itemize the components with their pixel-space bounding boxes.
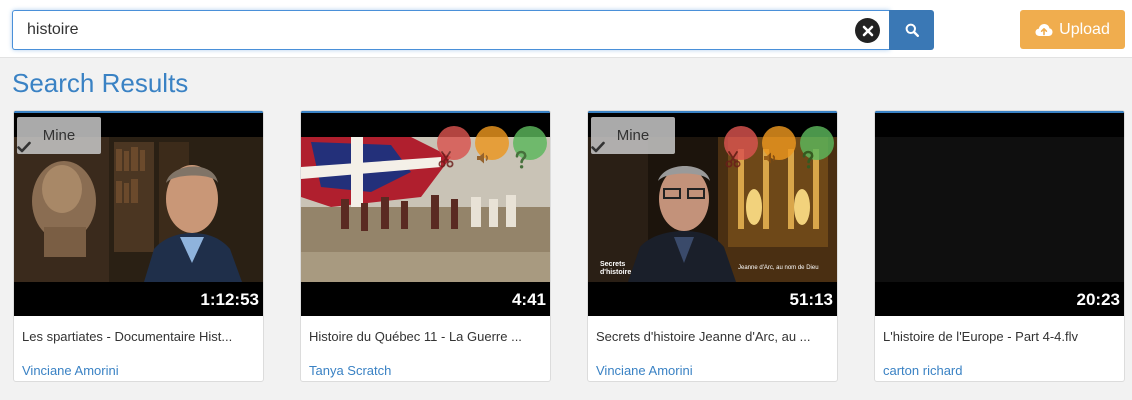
search-input[interactable] [12, 10, 890, 50]
cloud-upload-icon [1035, 23, 1053, 36]
video-card[interactable]: 20:23 L'histoire de l'Europe - Part 4-4.… [874, 110, 1125, 382]
video-duration: 1:12:53 [200, 290, 259, 309]
mine-label: Mine [42, 127, 76, 144]
volume-icon [764, 152, 775, 164]
scissors-flag[interactable] [724, 126, 758, 168]
video-title[interactable]: L'histoire de l'Europe - Part 4-4.flv [883, 329, 1119, 344]
clear-search-button[interactable] [855, 18, 880, 43]
audio-flag[interactable] [762, 126, 796, 164]
video-duration: 20:23 [1076, 290, 1120, 309]
video-author-link[interactable]: Tanya Scratch [309, 363, 391, 378]
video-duration: 4:41 [511, 290, 546, 309]
upload-button[interactable]: Upload [1020, 10, 1125, 49]
question-icon [515, 150, 527, 169]
video-card[interactable]: Secrets d'histoire Jeanne d'Arc, au nom … [587, 110, 838, 382]
video-thumbnail[interactable]: 20:23 [875, 111, 1124, 316]
search-icon [905, 23, 919, 37]
video-title[interactable]: Histoire du Québec 11 - La Guerre ... [309, 329, 545, 344]
video-author-link[interactable]: Vinciane Amorini [596, 363, 693, 378]
check-icon [17, 141, 31, 153]
video-thumbnail[interactable]: Mine 1:12:53 [14, 111, 263, 316]
thumbnail-image-europe [875, 137, 1124, 282]
video-card[interactable]: 4:41 Histoire du Québec 11 - La Guerre .… [300, 110, 551, 382]
upload-button-label: Upload [1059, 20, 1110, 38]
mine-label: Mine [616, 127, 650, 144]
video-duration: 51:13 [789, 290, 833, 309]
volume-icon [477, 152, 488, 164]
close-circle-icon [862, 25, 873, 36]
thumbnail-overlay-show-name: Secrets d'histoire [600, 261, 632, 276]
video-title[interactable]: Les spartiates - Documentaire Hist... [22, 329, 258, 344]
video-thumbnail[interactable]: Secrets d'histoire Jeanne d'Arc, au nom … [588, 111, 837, 316]
mine-badge: Mine [17, 117, 101, 154]
question-icon [802, 150, 814, 169]
search-bar [12, 10, 934, 50]
video-thumbnail[interactable]: 4:41 [301, 111, 550, 316]
top-bar: Upload [0, 0, 1132, 58]
video-author-link[interactable]: carton richard [883, 363, 962, 378]
page-title: Search Results [12, 68, 189, 98]
results-grid: Mine 1:12:53 Les spartiates - Documentai… [13, 110, 1125, 382]
video-title[interactable]: Secrets d'histoire Jeanne d'Arc, au ... [596, 329, 832, 344]
question-flag[interactable] [800, 126, 834, 169]
video-card[interactable]: Mine 1:12:53 Les spartiates - Documentai… [13, 110, 264, 382]
mine-badge: Mine [591, 117, 675, 154]
thumbnail-image-spartiates [14, 137, 263, 282]
question-flag[interactable] [513, 126, 547, 169]
check-icon [591, 141, 605, 153]
search-button[interactable] [889, 10, 934, 50]
audio-flag[interactable] [475, 126, 509, 164]
scissors-icon [438, 151, 454, 168]
scissors-icon [725, 151, 741, 168]
video-author-link[interactable]: Vinciane Amorini [22, 363, 119, 378]
thumbnail-overlay-episode-name: Jeanne d'Arc, au nom de Dieu [738, 265, 819, 271]
scissors-flag[interactable] [437, 126, 471, 168]
